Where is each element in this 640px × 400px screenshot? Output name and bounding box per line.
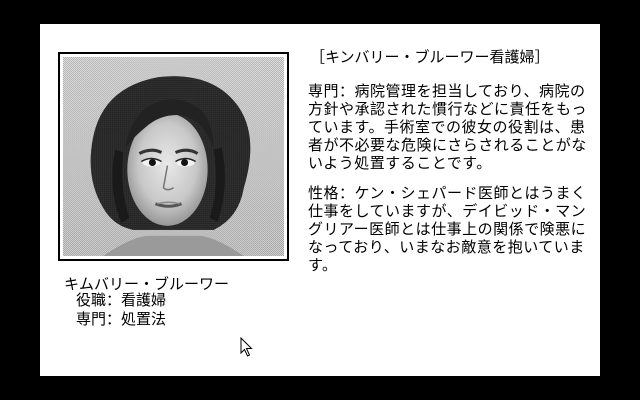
character-portrait	[63, 57, 284, 256]
profile-specialty-text: 専門：病院管理を担当しており、病院の方針や承認された慣行などに責任をもっています…	[308, 82, 588, 172]
character-attributes: 役職：看護婦 専門：処置法	[76, 291, 166, 329]
character-profile-panel: キムバリー・ブルーワー 役職：看護婦 専門：処置法 ［キンバリー・ブルーワー看護…	[40, 24, 600, 376]
specialty-row: 専門：処置法	[76, 310, 167, 328]
profile-title: ［キンバリー・ブルーワー看護婦］	[310, 48, 550, 66]
profile-personality-text: 性格：ケン・シェパード医師とはうまく仕事をしていますが、デイビッド・マングリアー…	[308, 184, 587, 274]
game-screen: キムバリー・ブルーワー 役職：看護婦 専門：処置法 ［キンバリー・ブルーワー看護…	[0, 0, 640, 400]
portrait-frame	[58, 52, 289, 261]
role-label: 役職	[76, 291, 107, 309]
specialty-label: 専門	[76, 310, 107, 328]
role-row: 役職：看護婦	[76, 291, 167, 309]
role-value: 看護婦	[121, 291, 167, 309]
mouse-cursor-icon	[240, 337, 253, 357]
specialty-value: 処置法	[121, 310, 167, 328]
